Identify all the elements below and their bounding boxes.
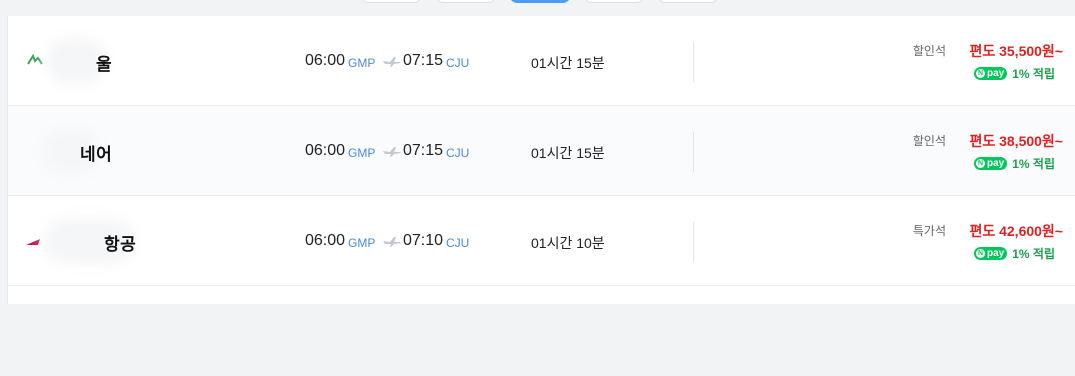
plane-icon — [383, 147, 401, 157]
npay-icon: Npay — [974, 157, 1008, 170]
depart-airport-code: GMP — [348, 236, 376, 250]
price-value: 35,500원~ — [999, 43, 1063, 59]
npay-n: N — [976, 159, 985, 168]
plane-icon — [383, 57, 401, 67]
airline-name: 네어 — [80, 145, 113, 164]
date-tab[interactable] — [583, 0, 645, 3]
divider — [693, 42, 694, 82]
depart-time: 06:00 — [305, 52, 346, 69]
flight-row[interactable] — [8, 286, 1075, 376]
npay-reward: Npay 1% 적립 — [974, 155, 1055, 172]
npay-icon: Npay — [974, 247, 1008, 260]
price-prefix: 편도 — [969, 133, 996, 149]
arrive-time: 07:15 — [403, 142, 444, 159]
depart-time: 06:00 — [305, 232, 346, 249]
airline-name: 항공 — [104, 235, 137, 254]
depart-airport-code: GMP — [348, 146, 376, 160]
depart-airport-code: GMP — [348, 56, 376, 70]
date-tab-active[interactable] — [509, 0, 571, 3]
price: 편도 38,500원~ — [969, 131, 1063, 151]
flight-row[interactable]: 항공 06:00 GMP 07:10 CJU 01시간 10분 특가석 편도 4… — [8, 196, 1075, 286]
date-tab[interactable] — [360, 0, 422, 3]
airline-logo-green-icon — [27, 53, 43, 65]
flight-duration: 01시간 10분 — [531, 235, 605, 251]
airline-logo-red-icon — [26, 239, 40, 245]
reward-rate: 1% 적립 — [1012, 67, 1055, 81]
arrive-airport-code: CJU — [446, 236, 470, 250]
seat-class: 특가석 — [912, 224, 946, 238]
seat-class: 할인석 — [912, 44, 946, 58]
price: 편도 42,600원~ — [969, 221, 1063, 241]
flight-duration: 01시간 15분 — [531, 145, 605, 161]
price: 편도 35,500원~ — [969, 41, 1063, 61]
flight-row[interactable]: 울 06:00 GMP 07:15 CJU 01시간 15분 할인석 편도 35… — [8, 16, 1075, 106]
flight-row[interactable]: 네어 06:00 GMP 07:15 CJU 01시간 15분 할인석 편도 3… — [8, 106, 1075, 196]
date-tab[interactable] — [657, 0, 719, 3]
npay-n: N — [976, 69, 985, 78]
price-value: 38,500원~ — [999, 133, 1063, 149]
airline-name: 울 — [96, 55, 113, 74]
arrive-airport-code: CJU — [446, 146, 470, 160]
npay-label: pay — [987, 68, 1005, 79]
flight-list: 울 06:00 GMP 07:15 CJU 01시간 15분 할인석 편도 35… — [7, 16, 1075, 304]
plane-icon — [383, 237, 401, 247]
arrive-time: 07:10 — [403, 232, 444, 249]
divider — [693, 132, 694, 172]
price-value: 42,600원~ — [999, 223, 1063, 239]
flight-duration: 01시간 15분 — [531, 55, 605, 71]
date-tab[interactable] — [435, 0, 497, 3]
date-tab-strip — [0, 0, 1075, 16]
arrive-airport-code: CJU — [446, 56, 470, 70]
npay-icon: Npay — [974, 67, 1008, 80]
divider — [693, 222, 694, 262]
reward-rate: 1% 적립 — [1012, 247, 1055, 261]
npay-n: N — [976, 249, 985, 258]
depart-time: 06:00 — [305, 142, 346, 159]
price-prefix: 편도 — [969, 43, 996, 59]
reward-rate: 1% 적립 — [1012, 157, 1055, 171]
npay-reward: Npay 1% 적립 — [974, 65, 1055, 82]
price-prefix: 편도 — [969, 223, 996, 239]
npay-label: pay — [987, 248, 1005, 259]
seat-class: 할인석 — [912, 134, 946, 148]
arrive-time: 07:15 — [403, 52, 444, 69]
npay-reward: Npay 1% 적립 — [974, 245, 1055, 262]
npay-label: pay — [987, 158, 1005, 169]
